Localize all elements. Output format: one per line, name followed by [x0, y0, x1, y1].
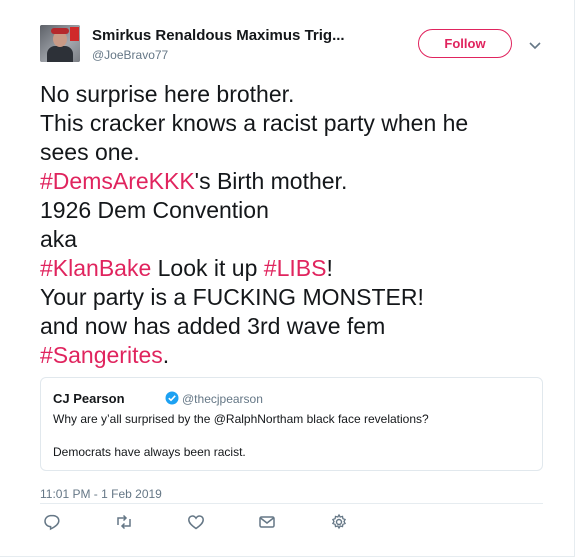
- tweet-text-line: 1926 Dem Convention: [40, 196, 468, 225]
- tweet-card: Smirkus Renaldous Maximus Trig... @JoeBr…: [0, 0, 575, 557]
- tweet-text-line: #DemsAreKKK's Birth mother.: [40, 167, 468, 196]
- quoted-author-name[interactable]: CJ Pearson: [53, 391, 125, 406]
- user-avatar[interactable]: [40, 25, 80, 62]
- tweet-text-line: This cracker knows a racist party when h…: [40, 109, 468, 138]
- tweet-text-segment: aka: [40, 226, 78, 252]
- tweet-text-segment: No surprise here brother.: [40, 81, 295, 107]
- hashtag-link[interactable]: #LIBS: [264, 255, 327, 281]
- quoted-tweet-text-line1: Why are y’all surprised by the @RalphNor…: [53, 412, 429, 426]
- reply-icon[interactable]: [42, 512, 62, 532]
- tweet-text: No surprise here brother. This cracker kn…: [40, 80, 468, 370]
- verified-badge-icon: [165, 391, 179, 405]
- tweet-text-segment: Your party is a FUCKING MONSTER!: [40, 284, 424, 310]
- direct-message-icon[interactable]: [257, 512, 277, 532]
- tweet-text-line: aka: [40, 225, 468, 254]
- tweet-text-line: sees one.: [40, 138, 468, 167]
- follow-button[interactable]: Follow: [418, 29, 512, 58]
- tweet-text-segment: 's Birth mother.: [194, 168, 348, 194]
- like-icon[interactable]: [186, 512, 206, 532]
- author-display-name[interactable]: Smirkus Renaldous Maximus Trig...: [92, 27, 345, 44]
- author-handle[interactable]: @JoeBravo77: [92, 48, 168, 62]
- hashtag-link[interactable]: #Sangerites: [40, 342, 163, 368]
- hashtag-link[interactable]: #KlanBake: [40, 255, 151, 281]
- quoted-tweet-text-line2: Democrats have always been racist.: [53, 445, 246, 459]
- quoted-tweet[interactable]: CJ Pearson @thecjpearson Why are y’all s…: [40, 377, 543, 471]
- tweet-text-segment: .: [162, 342, 170, 368]
- analytics-gear-icon[interactable]: [329, 512, 349, 532]
- tweet-text-segment: This cracker knows a racist party when h…: [40, 110, 469, 136]
- tweet-text-line: Your party is a FUCKING MONSTER!: [40, 283, 468, 312]
- quoted-author-handle[interactable]: @thecjpearson: [182, 392, 263, 406]
- divider: [40, 503, 543, 504]
- tweet-text-line: #KlanBake Look it up #LIBS!: [40, 254, 468, 283]
- tweet-text-segment: and now has added 3rd wave fem: [40, 313, 386, 339]
- tweet-text-segment: Look it up: [151, 255, 264, 281]
- tweet-text-line: No surprise here brother.: [40, 80, 468, 109]
- tweet-text-line: #Sangerites.: [40, 341, 468, 370]
- tweet-text-segment: 1926 Dem Convention: [40, 197, 269, 223]
- hashtag-link[interactable]: #DemsAreKKK: [40, 168, 195, 194]
- chevron-down-icon[interactable]: [528, 38, 542, 50]
- tweet-timestamp[interactable]: 11:01 PM - 1 Feb 2019: [40, 487, 162, 501]
- tweet-text-segment: !: [326, 255, 333, 281]
- retweet-icon[interactable]: [114, 512, 134, 532]
- tweet-text-segment: sees one.: [40, 139, 140, 165]
- tweet-text-line: and now has added 3rd wave fem: [40, 312, 468, 341]
